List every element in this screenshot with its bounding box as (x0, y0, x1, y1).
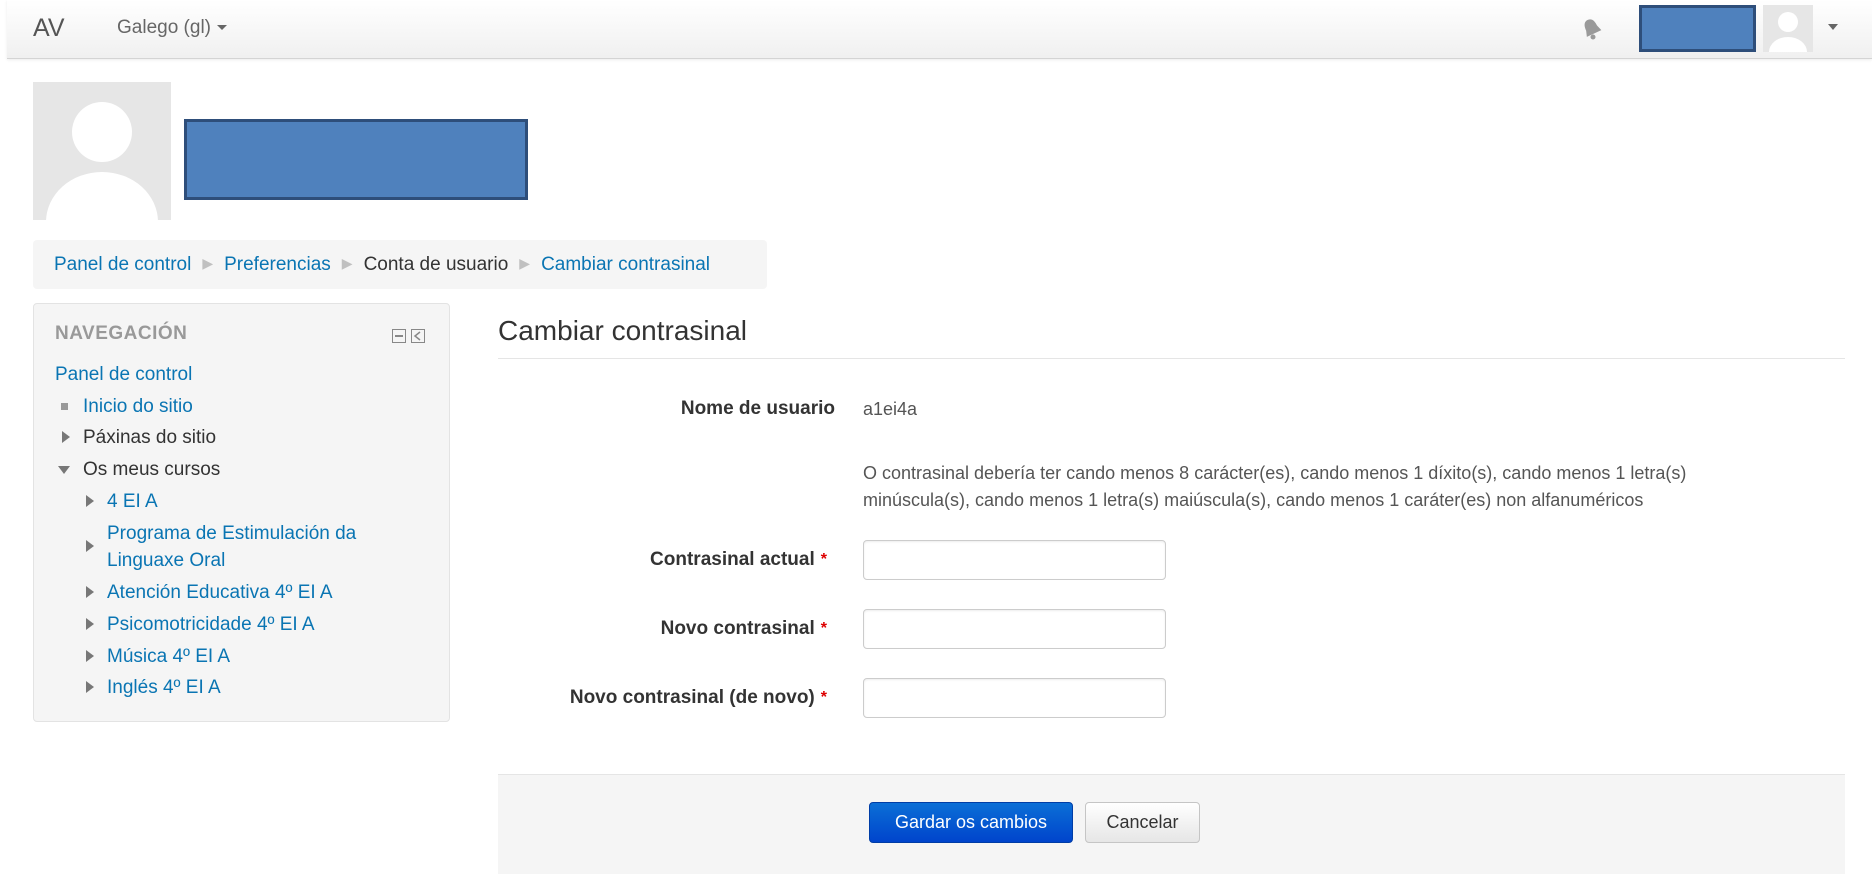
required-asterisk-icon: * (820, 689, 827, 706)
expand-arrow-icon[interactable] (86, 650, 94, 662)
current-password-input[interactable] (863, 540, 1166, 580)
nav-course-ingles[interactable]: Inglés 4º EI A (107, 677, 221, 699)
password-policy-line2: minúscula(s), cando menos 1 letra(s) mai… (863, 490, 1644, 510)
profile-picture (33, 82, 171, 220)
nav-course-atencion[interactable]: Atención Educativa 4º EI A (107, 582, 333, 604)
nav-dashboard[interactable]: Panel de control (55, 364, 192, 386)
nav-course-estimulacion-line2[interactable]: Linguaxe Oral (107, 550, 225, 572)
block-controls (392, 328, 426, 350)
current-password-label: Contrasinal actual * (650, 549, 827, 571)
breadcrumb: Panel de control ▶ Preferencias ▶ Conta de u… (33, 240, 767, 289)
breadcrumb-separator-icon: ▶ (519, 255, 531, 271)
language-menu[interactable]: Galego (gl) (117, 17, 227, 39)
current-password-label-text: Contrasinal actual (650, 549, 815, 570)
language-label: Galego (gl) (117, 17, 211, 38)
username-label: Nome de usuario (680, 398, 835, 419)
notifications-bell-icon[interactable] (1581, 17, 1603, 47)
save-changes-button[interactable]: Gardar os cambios (869, 802, 1073, 843)
cancel-button[interactable]: Cancelar (1085, 802, 1200, 843)
expand-arrow-icon[interactable] (86, 681, 94, 693)
nav-course-musica[interactable]: Música 4º EI A (107, 646, 230, 668)
required-asterisk-icon: * (820, 551, 827, 568)
required-asterisk-icon: * (820, 620, 827, 637)
user-menu-chevron-down-icon[interactable] (1828, 24, 1838, 30)
user-avatar[interactable] (1763, 5, 1813, 52)
new-password-label-text: Novo contrasinal (660, 618, 815, 639)
new-password-label: Novo contrasinal * (661, 618, 827, 640)
new-password-again-label: Novo contrasinal (de novo) * (570, 687, 827, 709)
breadcrumb-change-password[interactable]: Cambiar contrasinal (541, 254, 710, 275)
nav-course-4eia[interactable]: 4 EI A (107, 491, 158, 513)
page-title: Cambiar contrasinal (498, 315, 747, 346)
site-brand[interactable]: AV (33, 14, 65, 43)
expand-arrow-icon[interactable] (86, 586, 94, 598)
expand-arrow-icon[interactable] (86, 618, 94, 630)
full-name-redacted (184, 119, 528, 200)
breadcrumb-preferences[interactable]: Preferencias (224, 254, 331, 275)
collapse-dock-icon[interactable] (392, 328, 426, 344)
expand-arrow-icon[interactable] (62, 431, 70, 443)
navigation-block: NAVEGACIÓN Panel de control Inicio do si… (33, 303, 450, 722)
new-password-again-input[interactable] (863, 678, 1166, 718)
nav-course-estimulacion-line1[interactable]: Programa de Estimulación da (107, 523, 356, 545)
new-password-again-label-text: Novo contrasinal (de novo) (569, 687, 815, 708)
expand-arrow-icon[interactable] (86, 540, 94, 552)
password-policy: O contrasinal debería ter cando menos 8 … (863, 460, 1813, 514)
title-divider (498, 358, 1845, 359)
nav-course-psicomotricidade[interactable]: Psicomotricidade 4º EI A (107, 614, 315, 636)
username-value: a1ei4a (863, 399, 918, 419)
collapse-arrow-icon[interactable] (58, 466, 70, 474)
breadcrumb-separator-icon: ▶ (202, 255, 214, 271)
chevron-down-icon (217, 25, 227, 31)
breadcrumb-separator-icon: ▶ (341, 255, 353, 271)
breadcrumb-dashboard[interactable]: Panel de control (54, 254, 191, 275)
navigation-title: NAVEGACIÓN (55, 323, 188, 344)
nav-site-pages[interactable]: Páxinas do sitio (83, 427, 216, 449)
password-policy-line1: O contrasinal debería ter cando menos 8 … (863, 463, 1687, 483)
top-navbar: AV Galego (gl) (7, 0, 1872, 59)
nav-site-home[interactable]: Inicio do sitio (83, 396, 193, 418)
bullet-icon (61, 403, 68, 410)
expand-arrow-icon[interactable] (86, 495, 94, 507)
user-name-redacted[interactable] (1639, 5, 1756, 52)
breadcrumb-user-account: Conta de usuario (363, 254, 509, 275)
nav-my-courses[interactable]: Os meus cursos (83, 459, 220, 481)
new-password-input[interactable] (863, 609, 1166, 649)
